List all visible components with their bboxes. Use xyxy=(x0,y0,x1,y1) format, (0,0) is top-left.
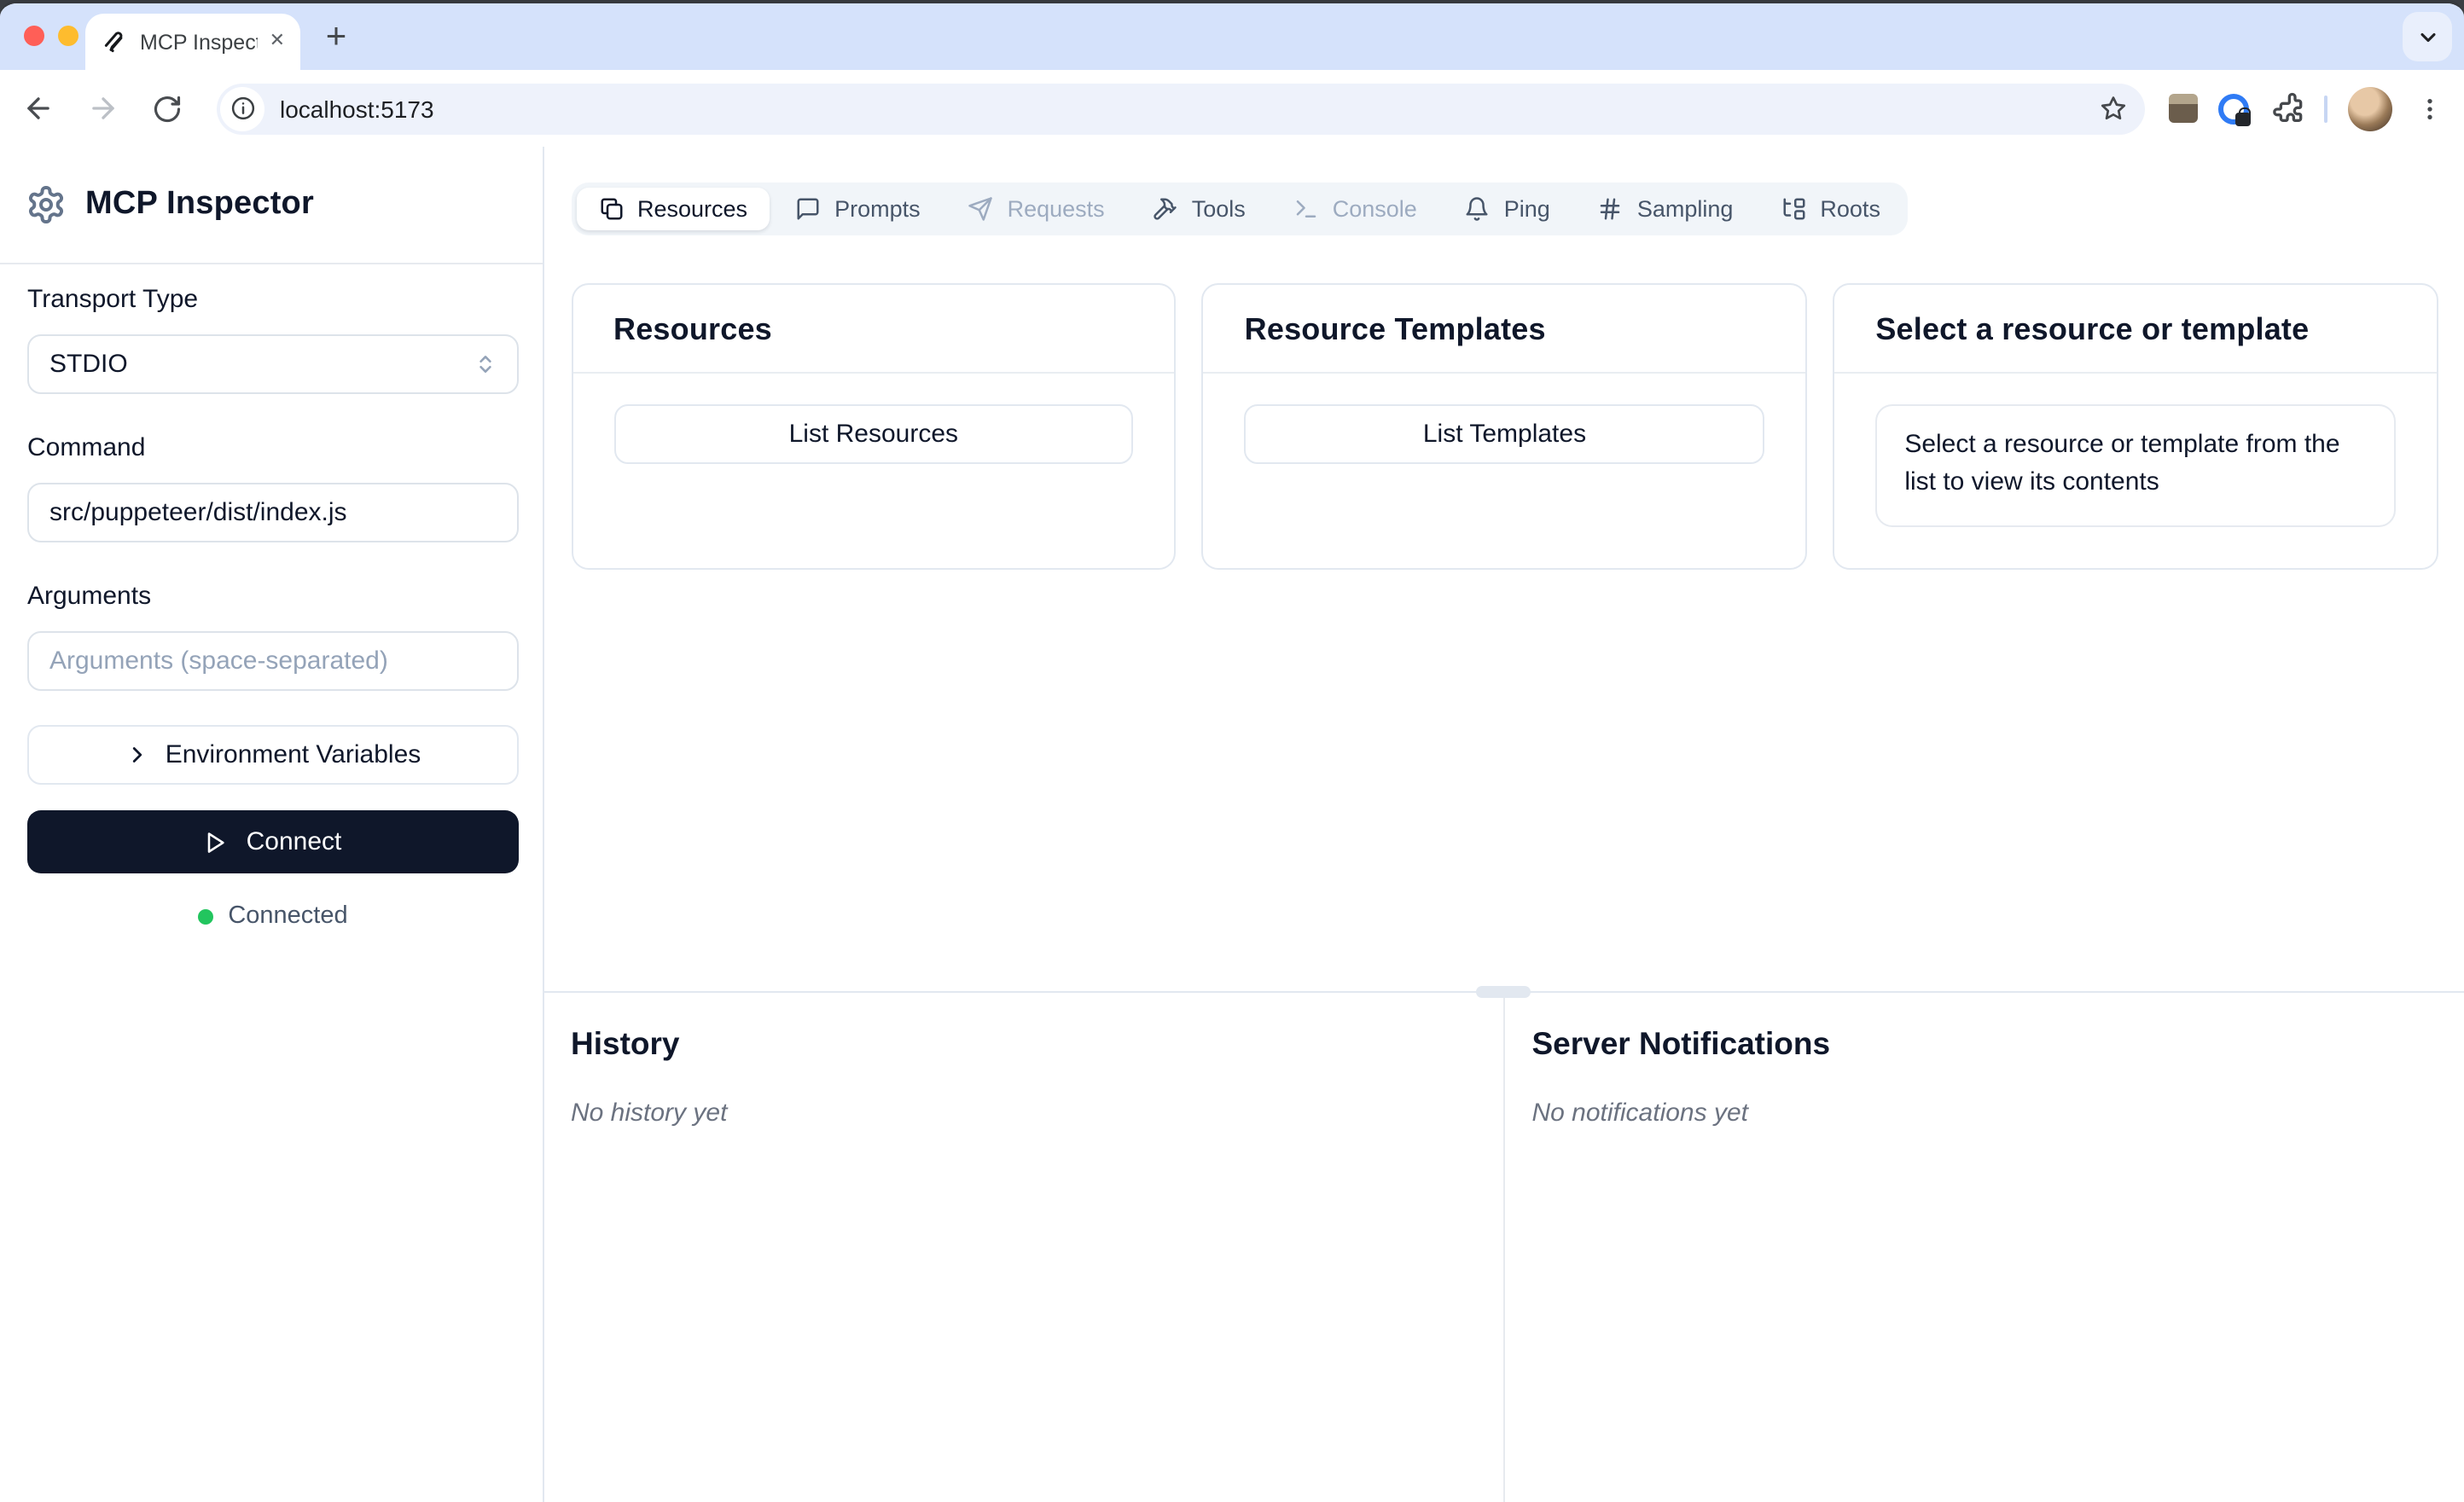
play-icon xyxy=(208,832,225,852)
browser-menu-button[interactable] xyxy=(2413,95,2447,122)
sidebar-header: MCP Inspector xyxy=(0,147,542,264)
folder-tree-icon xyxy=(1782,198,1804,220)
tab-sampling[interactable]: Sampling xyxy=(1576,188,1756,230)
window-minimize-button[interactable] xyxy=(58,26,78,46)
profile-avatar[interactable] xyxy=(2348,86,2392,130)
window-close-button[interactable] xyxy=(24,26,44,46)
tab-resources[interactable]: Resources xyxy=(576,188,770,230)
message-square-icon xyxy=(797,198,819,220)
split-drag-handle[interactable] xyxy=(1476,986,1531,997)
site-info-button[interactable] xyxy=(220,86,264,130)
resource-preview-card-title: Select a resource or template xyxy=(1875,312,2310,346)
mcp-inspector-app: MCP Inspector Transport Type STDIO Comma… xyxy=(0,147,2464,1502)
server-notifications-title: Server Notifications xyxy=(1531,1024,1831,1060)
command-input[interactable] xyxy=(27,483,518,542)
extensions-puzzle-button[interactable] xyxy=(2269,91,2304,125)
terminal-icon xyxy=(1296,200,1316,217)
bookmark-star-button[interactable] xyxy=(2099,94,2128,123)
history-empty-text: No history yet xyxy=(571,1098,728,1127)
arguments-input[interactable] xyxy=(27,631,518,691)
star-icon xyxy=(2101,96,2126,120)
browser-toolbar: localhost:5173 xyxy=(0,70,2464,147)
notifications-empty-text: No notifications yet xyxy=(1531,1098,1748,1127)
history-title: History xyxy=(571,1024,680,1060)
kebab-menu-icon xyxy=(2427,98,2432,119)
main-panel: Resources Prompts Requests Tools Console… xyxy=(543,147,2464,1502)
toolbar-extensions xyxy=(2169,86,2447,130)
tab-console[interactable]: Console xyxy=(1271,188,1439,230)
forward-button[interactable] xyxy=(78,84,126,132)
status-text: Connected xyxy=(228,902,348,930)
tab-search-button[interactable] xyxy=(2403,12,2452,61)
puzzle-icon xyxy=(2273,91,2303,121)
info-icon xyxy=(230,96,254,120)
tab-tools[interactable]: Tools xyxy=(1130,188,1268,230)
address-bar[interactable]: localhost:5173 xyxy=(217,83,2145,134)
tab-requests[interactable]: Requests xyxy=(946,188,1127,230)
connect-button-label: Connect xyxy=(246,827,342,856)
hash-icon xyxy=(1601,198,1621,220)
extension-photo-icon[interactable] xyxy=(2169,94,2198,123)
chevron-right-icon xyxy=(132,747,142,763)
browser-tab-strip: MCP Inspector ✕ + xyxy=(0,3,2464,70)
toolbar-divider xyxy=(2324,95,2327,122)
connect-button[interactable]: Connect xyxy=(27,810,518,873)
files-icon xyxy=(600,198,622,220)
tab-roots[interactable]: Roots xyxy=(1758,188,1903,230)
chevrons-up-down-icon xyxy=(479,356,491,373)
resource-preview-card: Select a resource or template Select a r… xyxy=(1833,283,2438,569)
send-icon xyxy=(968,197,993,221)
history-pane: History No history yet xyxy=(543,992,1503,1502)
connection-status: Connected xyxy=(27,902,518,930)
resource-templates-card: Resource Templates List Templates xyxy=(1201,283,1808,569)
environment-variables-label: Environment Variables xyxy=(165,740,421,769)
chevron-down-icon xyxy=(2420,32,2435,42)
forward-arrow-icon xyxy=(91,97,113,119)
mcp-favicon-icon xyxy=(102,29,128,55)
hammer-icon xyxy=(1154,198,1177,220)
new-tab-button[interactable]: + xyxy=(311,12,362,63)
tab-close-icon[interactable]: ✕ xyxy=(270,32,285,51)
back-button[interactable] xyxy=(14,84,61,132)
bottom-panel: History No history yet Server Notificati… xyxy=(543,986,2464,1502)
server-notifications-pane: Server Notifications No notifications ye… xyxy=(1502,992,2464,1502)
transport-type-select[interactable]: STDIO xyxy=(27,334,518,394)
tab-ping[interactable]: Ping xyxy=(1443,188,1572,230)
list-templates-button[interactable]: List Templates xyxy=(1244,404,1765,464)
url-text: localhost:5173 xyxy=(280,95,434,122)
transport-type-value: STDIO xyxy=(49,350,128,379)
back-arrow-icon xyxy=(26,97,49,119)
status-dot-icon xyxy=(197,908,213,924)
browser-window: MCP Inspector ✕ + localhost:5173 xyxy=(0,0,2464,1502)
reload-button[interactable] xyxy=(143,84,191,132)
list-resources-button[interactable]: List Resources xyxy=(613,404,1134,464)
resource-templates-card-title: Resource Templates xyxy=(1244,312,1546,346)
browser-tab[interactable]: MCP Inspector ✕ xyxy=(85,14,300,70)
resources-card: Resources List Resources xyxy=(571,283,1177,569)
reload-icon xyxy=(154,95,181,122)
sidebar: MCP Inspector Transport Type STDIO Comma… xyxy=(0,147,543,1502)
app-title: MCP Inspector xyxy=(85,186,314,222)
bell-icon xyxy=(1467,197,1489,221)
environment-variables-button[interactable]: Environment Variables xyxy=(27,725,518,785)
inspector-tabs: Resources Prompts Requests Tools Console… xyxy=(571,183,1908,235)
tab-title: MCP Inspector xyxy=(140,30,258,54)
command-label: Command xyxy=(27,433,146,462)
resources-card-title: Resources xyxy=(613,312,772,346)
gear-icon xyxy=(29,186,63,223)
tab-prompts[interactable]: Prompts xyxy=(773,188,943,230)
onepassword-extension-icon[interactable] xyxy=(2218,93,2251,125)
transport-type-label: Transport Type xyxy=(27,285,199,314)
resource-preview-placeholder: Select a resource or template from the l… xyxy=(1875,404,2396,526)
arguments-label: Arguments xyxy=(27,582,152,611)
